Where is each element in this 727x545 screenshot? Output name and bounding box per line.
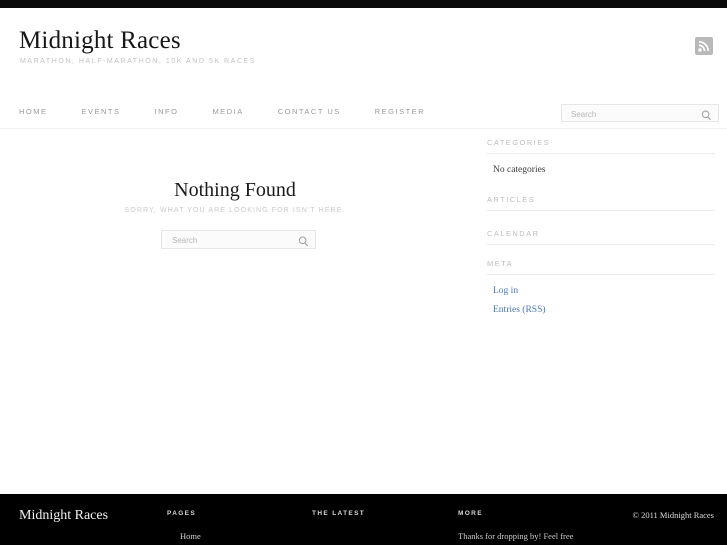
footer-column-more: MORE Thanks for dropping by! Feel free	[458, 510, 593, 545]
magnifier-glyph	[701, 110, 711, 121]
top-accent-bar	[0, 0, 727, 8]
footer-column-the-latest: THE LATEST	[312, 510, 452, 517]
nav-item-events[interactable]: EVENTS	[82, 107, 121, 116]
widget-title-calendar: CALENDAR	[487, 229, 715, 245]
nav-list: HOME EVENTS INFO MEDIA CONTACT US REGIST…	[19, 107, 459, 116]
list-item: No categories	[493, 165, 546, 175]
widget-list-categories: No categories	[487, 154, 715, 180]
widget-title-articles: ARTICLES	[487, 195, 715, 211]
widget-list-meta: Log in Entries (RSS)	[487, 275, 715, 319]
main-content: Nothing Found SORRY, WHAT YOU ARE LOOKIN…	[0, 130, 470, 480]
header-search-input[interactable]	[569, 105, 697, 123]
nav-item-info[interactable]: INFO	[155, 107, 179, 116]
widget-calendar: CALENDAR	[487, 229, 715, 245]
footer-link-home[interactable]: Home	[180, 531, 201, 541]
list-item[interactable]: Home	[180, 528, 302, 545]
site-tagline: MARATHON, HALF-MARATHON, 10K AND 5K RACE…	[20, 58, 256, 65]
footer-pages-list: Home	[167, 517, 302, 545]
footer-column-title-pages: PAGES	[167, 510, 197, 517]
list-item[interactable]: Entries (RSS)	[493, 301, 715, 320]
header-search-form[interactable]	[561, 104, 719, 123]
nav-item-register[interactable]: REGISTER	[375, 107, 425, 116]
nav-item-media[interactable]: MEDIA	[212, 107, 243, 116]
widget-meta: META Log in Entries (RSS)	[487, 259, 715, 319]
widget-title-meta: META	[487, 259, 715, 275]
footer-column-pages: PAGES Home	[167, 510, 302, 545]
widget-articles: ARTICLES	[487, 195, 715, 211]
site-footer: Midnight Races PAGES Home THE LATEST MOR…	[0, 492, 727, 545]
widget-title-categories: CATEGORIES	[487, 138, 715, 154]
footer-copyright: © 2011 Midnight Races	[632, 510, 714, 520]
page-title: Nothing Found	[174, 179, 296, 201]
nav-item-home[interactable]: HOME	[19, 107, 48, 116]
content-search-form[interactable]	[161, 230, 316, 250]
widget-categories: CATEGORIES No categories	[487, 138, 715, 180]
search-icon[interactable]	[298, 234, 309, 247]
footer-more-text: Thanks for dropping by! Feel free	[458, 531, 574, 541]
page-root: Midnight Races MARATHON, HALF-MARATHON, …	[0, 0, 727, 545]
search-icon[interactable]	[701, 108, 712, 121]
page-subtitle: SORRY, WHAT YOU ARE LOOKING FOR ISN'T HE…	[124, 207, 346, 214]
footer-column-title-more: MORE	[458, 510, 483, 517]
list-item[interactable]: Log in	[493, 282, 715, 301]
meta-link-entries-rss[interactable]: Entries (RSS)	[493, 305, 546, 315]
rss-feed-icon[interactable]	[695, 37, 713, 55]
footer-brand: Midnight Races	[19, 508, 109, 523]
rss-glyph	[698, 40, 710, 52]
site-header: Midnight Races MARATHON, HALF-MARATHON, …	[0, 8, 727, 129]
meta-link-log-in[interactable]: Log in	[493, 286, 518, 296]
magnifier-glyph	[298, 236, 308, 247]
nav-item-contact-us[interactable]: CONTACT US	[278, 107, 341, 116]
footer-column-title-the-latest: THE LATEST	[312, 510, 366, 517]
content-search-input[interactable]	[170, 231, 292, 250]
site-title: Midnight Races	[19, 27, 181, 54]
